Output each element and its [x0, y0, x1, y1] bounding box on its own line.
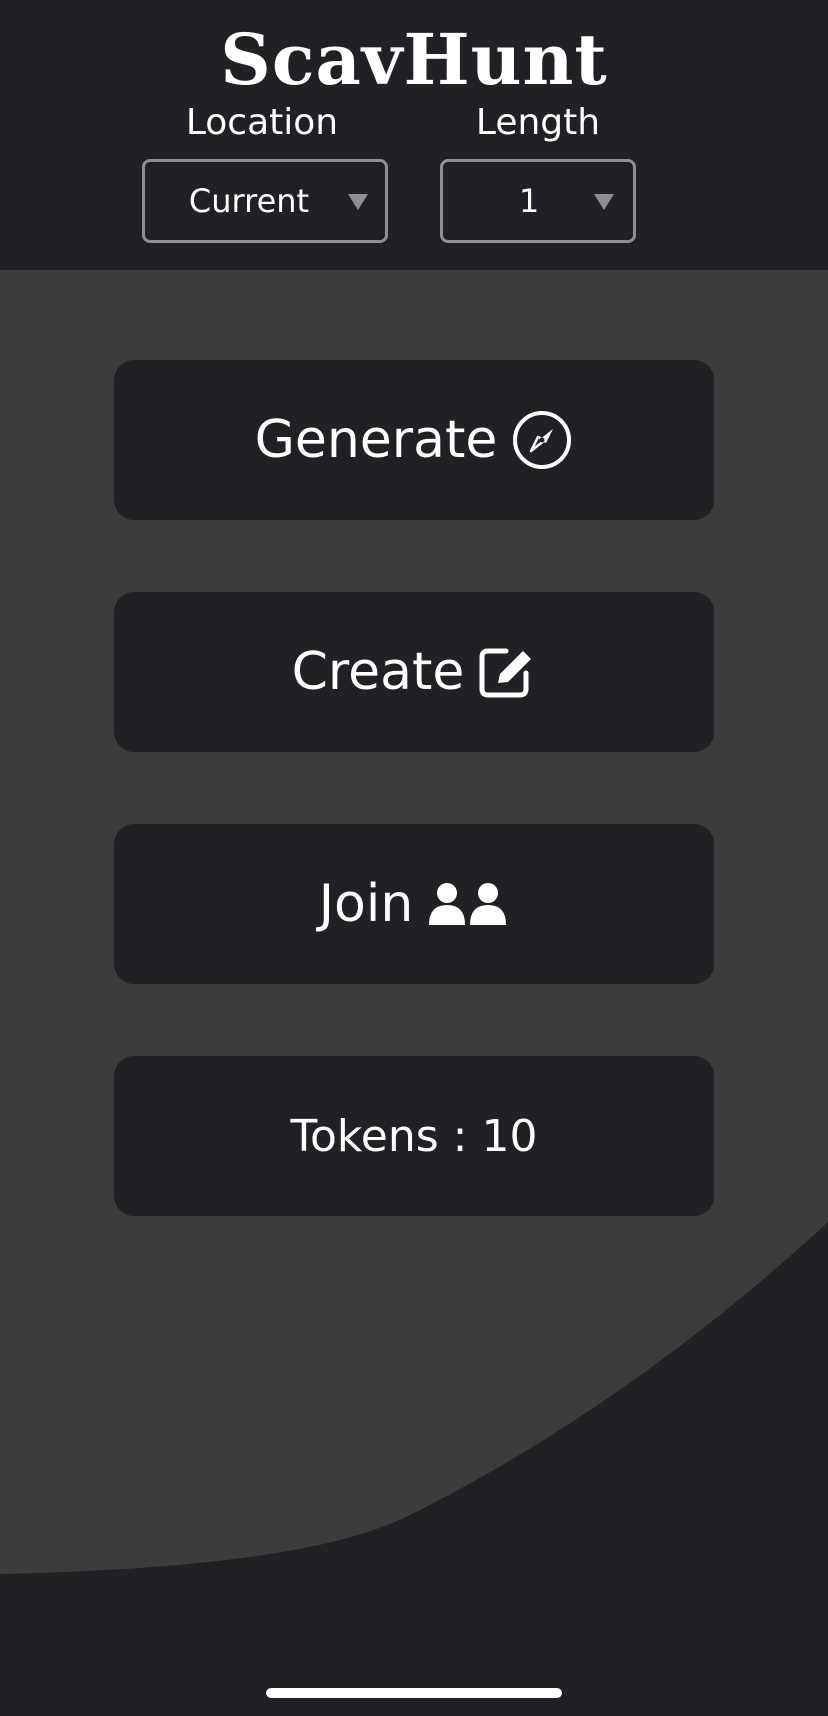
- length-label: Length: [475, 102, 601, 143]
- home-indicator[interactable]: [266, 1688, 562, 1698]
- join-button[interactable]: Join: [114, 824, 714, 984]
- tokens-label: Tokens : 10: [290, 1110, 538, 1162]
- generate-button[interactable]: Generate: [114, 360, 714, 520]
- join-label: Join: [318, 874, 414, 934]
- location-select-value: Current: [188, 182, 310, 220]
- compass-icon: [511, 409, 573, 471]
- users-icon: [427, 881, 509, 927]
- chevron-down-icon: [594, 194, 614, 210]
- location-select[interactable]: Current: [142, 159, 388, 243]
- chevron-down-icon: [348, 194, 368, 210]
- create-label: Create: [291, 642, 465, 702]
- header: ScavHunt Location Current Length 1: [0, 0, 828, 270]
- length-select-value: 1: [518, 182, 540, 220]
- main-content: Generate Create Join Tokens: 10: [0, 270, 828, 1716]
- generate-label: Generate: [254, 410, 498, 470]
- edit-icon: [478, 645, 536, 699]
- location-label: Location: [185, 102, 339, 143]
- length-select[interactable]: 1: [440, 159, 636, 243]
- app-title: ScavHunt: [220, 18, 608, 101]
- create-button[interactable]: Create: [114, 592, 714, 752]
- app-screen: ScavHunt Location Current Length 1 Gener…: [0, 0, 828, 1716]
- tokens-display[interactable]: Tokens : 10: [114, 1056, 714, 1216]
